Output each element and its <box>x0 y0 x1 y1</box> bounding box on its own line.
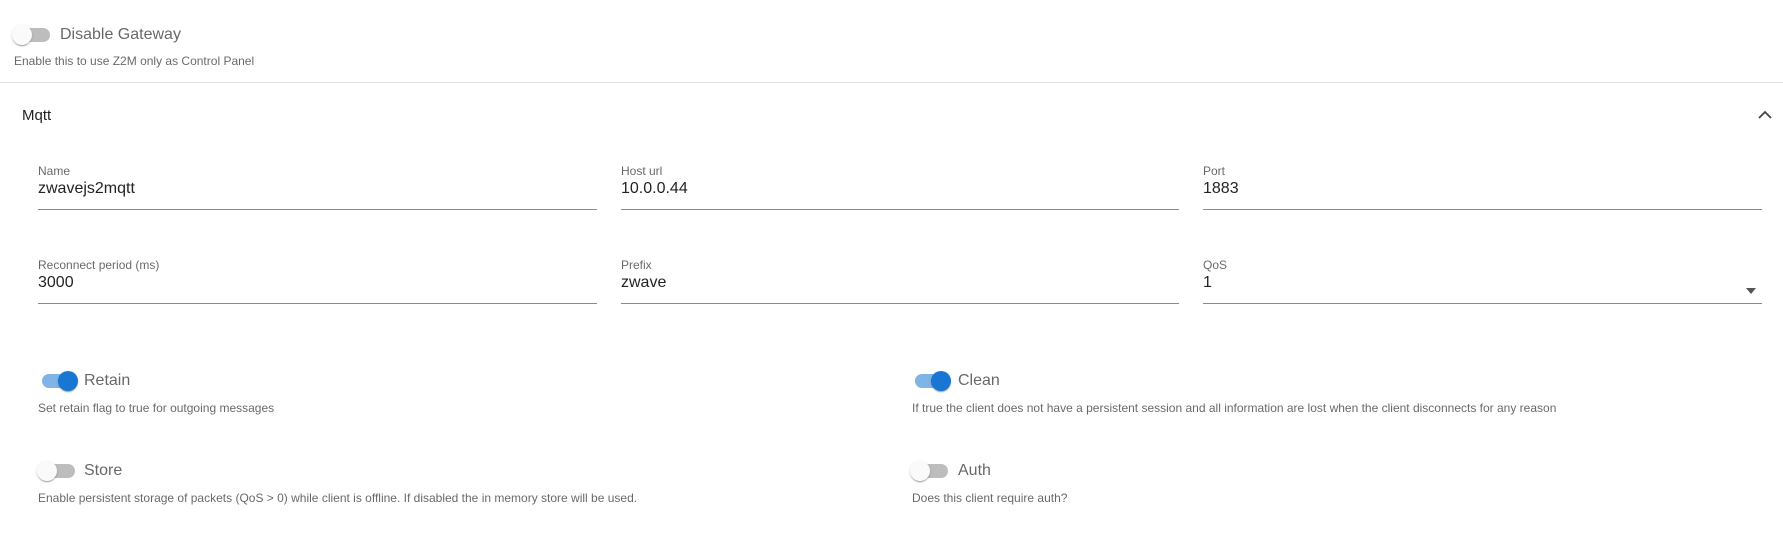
dropdown-arrow-icon[interactable] <box>1746 281 1756 294</box>
retain-hint: Set retain flag to true for outgoing mes… <box>38 401 275 415</box>
store-hint: Enable persistent storage of packets (Qo… <box>38 491 638 505</box>
store-label: Store <box>84 462 123 479</box>
host-url-field-label: Host url <box>621 164 663 178</box>
name-input[interactable] <box>38 180 597 198</box>
retain-switch[interactable] <box>38 369 78 393</box>
mqtt-panel-title: Mqtt <box>22 107 52 124</box>
qos-select-value: 1 <box>1203 274 1212 291</box>
clean-switch[interactable] <box>911 369 951 393</box>
qos-select[interactable]: QoS 1 <box>1203 258 1762 304</box>
auth-label: Auth <box>958 462 991 479</box>
port-input[interactable] <box>1203 180 1762 198</box>
port-field[interactable]: Port <box>1203 164 1762 210</box>
retain-label: Retain <box>84 372 131 389</box>
switch-thumb <box>910 461 930 481</box>
reconnect-period-input[interactable] <box>38 274 597 292</box>
switch-thumb <box>58 371 78 391</box>
qos-select-label: QoS <box>1203 258 1228 272</box>
reconnect-period-field[interactable]: Reconnect period (ms) <box>38 258 597 304</box>
auth-hint: Does this client require auth? <box>912 491 1068 505</box>
prefix-field-label: Prefix <box>621 258 652 272</box>
host-url-field[interactable]: Host url <box>621 164 1179 210</box>
name-field-label: Name <box>38 164 71 178</box>
switch-thumb <box>37 461 57 481</box>
section-divider <box>0 82 1783 83</box>
chevron-up-icon[interactable] <box>1755 105 1775 125</box>
store-switch[interactable] <box>37 459 77 483</box>
clean-hint: If true the client does not have a persi… <box>912 401 1557 415</box>
reconnect-period-field-label: Reconnect period (ms) <box>38 258 160 272</box>
prefix-input[interactable] <box>621 274 1179 292</box>
disable-gateway-switch[interactable] <box>12 23 52 47</box>
settings-page: Disable Gateway Enable this to use Z2M o… <box>0 0 1783 535</box>
switch-thumb <box>931 371 951 391</box>
clean-label: Clean <box>958 372 1000 389</box>
auth-switch[interactable] <box>910 459 950 483</box>
switch-thumb <box>12 25 32 45</box>
disable-gateway-label: Disable Gateway <box>60 26 181 43</box>
disable-gateway-hint: Enable this to use Z2M only as Control P… <box>14 54 255 68</box>
port-field-label: Port <box>1203 164 1226 178</box>
host-url-input[interactable] <box>621 180 1179 198</box>
name-field[interactable]: Name <box>38 164 597 210</box>
prefix-field[interactable]: Prefix <box>621 258 1179 304</box>
